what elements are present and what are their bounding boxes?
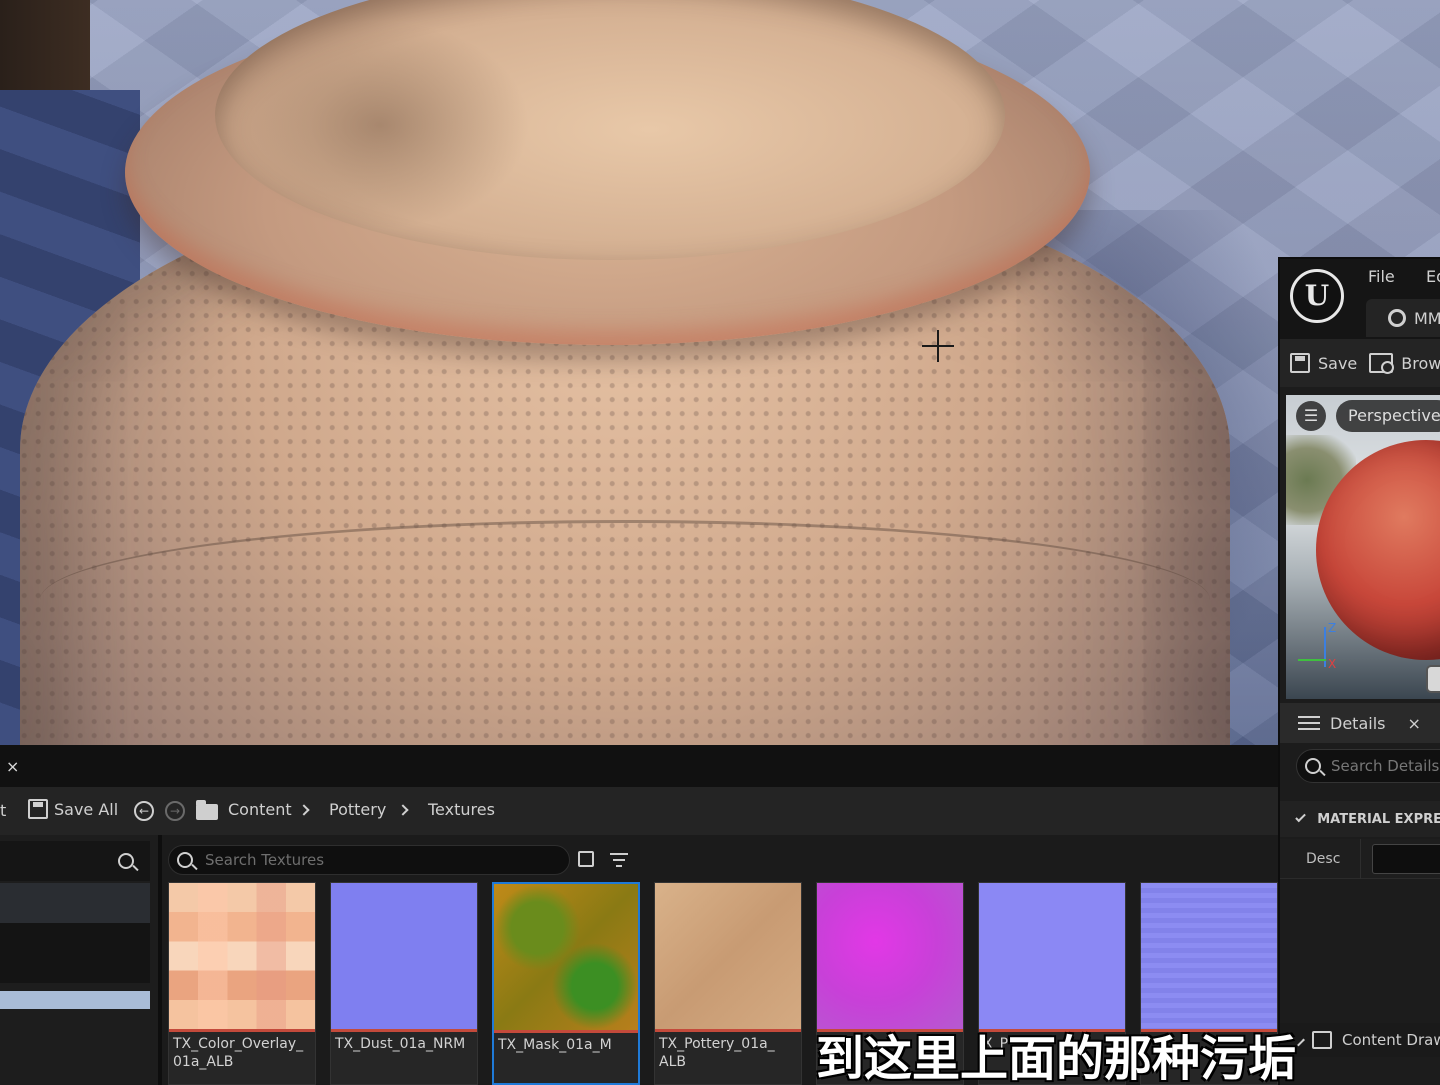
chevron-down-icon <box>1295 811 1306 823</box>
search-icon <box>1305 758 1321 774</box>
level-viewport[interactable] <box>0 0 1440 745</box>
sources-panel <box>0 835 158 1085</box>
breadcrumb-pottery[interactable]: Pottery <box>329 800 386 819</box>
filter-icon[interactable] <box>610 851 630 869</box>
asset-type-underline <box>655 1029 801 1032</box>
crosshair-icon <box>922 330 954 362</box>
asset-type-underline <box>331 1029 477 1032</box>
asset-search-input[interactable]: Search Textures <box>168 845 570 875</box>
desc-label: Desc <box>1306 851 1341 867</box>
asset-label: TX_Pottery_01a_ ALB <box>659 1036 775 1070</box>
texture-thumbnail <box>655 883 801 1029</box>
chevron-right-icon[interactable] <box>397 804 409 816</box>
axis-y-line <box>1298 659 1326 661</box>
axis-x-label: X <box>1328 657 1337 671</box>
asset-tile[interactable]: TX_Pottery_01a_ ALB <box>654 882 802 1085</box>
column-divider <box>1360 839 1361 879</box>
sources-search-input[interactable] <box>0 841 150 881</box>
details-search-placeholder: Search Details <box>1331 757 1440 775</box>
axis-z-line <box>1324 627 1326 667</box>
save-all-icon <box>28 799 48 819</box>
axis-z-label: Z <box>1328 621 1337 635</box>
search-icon <box>177 852 193 868</box>
texture-thumbnail <box>331 883 477 1029</box>
view-mode-button[interactable]: Perspective <box>1336 400 1440 432</box>
desc-input[interactable] <box>1372 844 1440 874</box>
unreal-logo-icon[interactable]: U <box>1290 269 1344 323</box>
save-all-button[interactable]: Save All <box>28 799 118 819</box>
material-asset-tab[interactable]: MM_ <box>1366 299 1440 337</box>
folder-row[interactable] <box>0 923 150 983</box>
content-drawer-icon <box>1312 1031 1332 1049</box>
content-drawer-label: Content Draw <box>1342 1031 1440 1049</box>
content-drawer-button[interactable]: Content Draw <box>1280 1023 1440 1057</box>
content-browser-tabbar: × <box>0 745 1278 787</box>
viewport-menu-icon[interactable]: ☰ <box>1296 401 1326 431</box>
folder-icon[interactable] <box>196 800 218 820</box>
breadcrumb-content[interactable]: Content <box>228 800 292 819</box>
asset-label: TX_Color_Overlay_ 01a_ALB <box>173 1036 304 1070</box>
texture-thumbnail <box>494 884 638 1030</box>
save-button[interactable]: Save <box>1290 353 1357 373</box>
video-subtitle: 到这里上面的那种污垢 <box>816 1031 1297 1085</box>
texture-thumbnail <box>979 883 1125 1029</box>
search-icon <box>118 853 134 869</box>
preview-toolbar-handle[interactable] <box>1426 665 1440 693</box>
save-search-icon[interactable] <box>578 851 594 867</box>
section-title: MATERIAL EXPRE <box>1317 811 1440 827</box>
texture-thumbnail <box>817 883 963 1029</box>
material-editor-titlebar: U File Ed MM_ <box>1280 259 1440 339</box>
asset-type-underline <box>494 1030 638 1033</box>
save-label: Save <box>1318 353 1358 373</box>
chevron-up-icon <box>1297 1038 1305 1047</box>
menu-file[interactable]: File <box>1368 267 1395 286</box>
asset-search-placeholder: Search Textures <box>205 851 325 869</box>
close-icon[interactable]: × <box>6 757 19 776</box>
sliders-icon <box>1298 714 1320 732</box>
browse-button[interactable]: Brow <box>1369 353 1440 374</box>
texture-thumbnail <box>169 883 315 1029</box>
pottery-inner-shadow <box>230 20 530 230</box>
menu-edit[interactable]: Ed <box>1426 267 1440 286</box>
material-asset-tab-label: MM_ <box>1414 308 1440 328</box>
details-tab[interactable]: Details × <box>1280 703 1440 743</box>
material-expression-section[interactable]: MATERIAL EXPRE <box>1280 801 1440 837</box>
breadcrumb-textures[interactable]: Textures <box>428 800 495 819</box>
panel-splitter[interactable] <box>158 835 162 1085</box>
save-all-label: Save All <box>54 799 119 819</box>
details-search-input[interactable]: Search Details <box>1296 749 1440 783</box>
content-browser-toolbar: t Save All ← → Content Pottery Textures <box>0 787 1278 835</box>
asset-label: TX_Mask_01a_M <box>498 1037 612 1053</box>
forward-arrow-icon[interactable]: → <box>165 801 185 821</box>
desc-property-row: Desc <box>1280 839 1440 879</box>
material-icon <box>1388 309 1406 327</box>
chevron-right-icon[interactable] <box>298 804 310 816</box>
texture-thumbnail <box>1141 883 1277 1029</box>
axis-gizmo-icon: Z X <box>1296 621 1346 671</box>
save-icon <box>1290 353 1310 373</box>
toolbar-truncated-label[interactable]: t <box>0 801 6 820</box>
back-arrow-icon[interactable]: ← <box>134 801 154 821</box>
close-icon[interactable]: × <box>1407 714 1420 733</box>
material-editor-window: U File Ed MM_ Save Brow ☰ Perspective Z … <box>1278 257 1440 1085</box>
asset-label: TX_Dust_01a_NRM <box>335 1036 466 1052</box>
material-preview-viewport[interactable]: ☰ Perspective Z X <box>1286 395 1440 699</box>
material-editor-toolbar: Save Brow <box>1280 339 1440 387</box>
browse-icon <box>1369 353 1395 374</box>
selected-folder-row[interactable] <box>0 991 150 1009</box>
browse-label: Brow <box>1401 353 1440 373</box>
folder-row[interactable] <box>0 883 150 923</box>
asset-tile-selected[interactable]: TX_Mask_01a_M <box>492 882 640 1085</box>
asset-tile[interactable]: TX_Dust_01a_NRM <box>330 882 478 1085</box>
background-object <box>0 0 90 100</box>
details-title: Details <box>1330 713 1386 733</box>
pottery-band <box>40 520 1210 680</box>
asset-tile[interactable]: TX_Color_Overlay_ 01a_ALB <box>168 882 316 1085</box>
asset-type-underline <box>169 1029 315 1032</box>
